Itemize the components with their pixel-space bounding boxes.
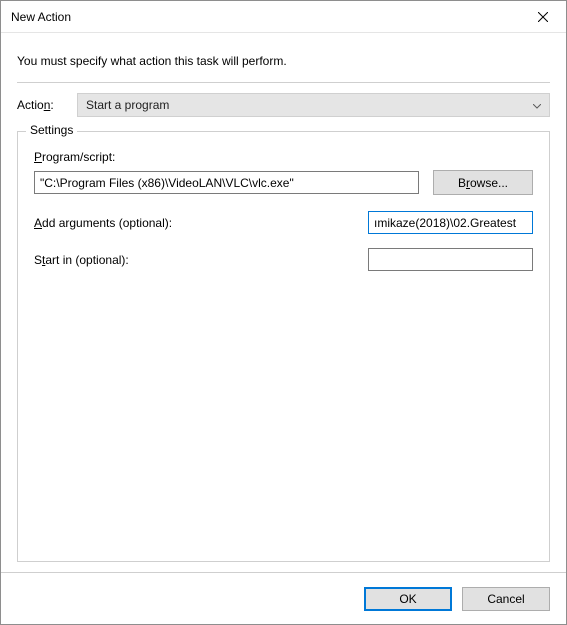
program-input[interactable] — [34, 171, 419, 194]
settings-group-label: Settings — [26, 123, 77, 137]
button-bar: OK Cancel — [1, 572, 566, 624]
startin-row: Start in (optional): — [34, 248, 533, 271]
program-label: Program/script: — [34, 150, 533, 164]
startin-label: Start in (optional): — [34, 253, 129, 267]
new-action-dialog: New Action You must specify what action … — [0, 0, 567, 625]
browse-button[interactable]: Browse... — [433, 170, 533, 195]
action-dropdown-value: Start a program — [86, 98, 169, 112]
chevron-down-icon — [533, 98, 541, 112]
cancel-button[interactable]: Cancel — [462, 587, 550, 611]
window-title: New Action — [11, 10, 520, 24]
ok-button[interactable]: OK — [364, 587, 452, 611]
program-row: Browse... — [34, 170, 533, 195]
action-label: Action: — [17, 98, 77, 112]
startin-input[interactable] — [368, 248, 533, 271]
arguments-row: Add arguments (optional): — [34, 211, 533, 234]
close-icon — [538, 12, 548, 22]
dialog-body: You must specify what action this task w… — [1, 33, 566, 572]
settings-group: Settings Program/script: Browse... Add a… — [17, 131, 550, 562]
close-button[interactable] — [520, 1, 566, 32]
action-dropdown[interactable]: Start a program — [77, 93, 550, 117]
action-row: Action: Start a program — [17, 93, 550, 117]
divider — [17, 82, 550, 83]
instruction-text: You must specify what action this task w… — [17, 48, 550, 82]
arguments-label: Add arguments (optional): — [34, 216, 172, 230]
titlebar: New Action — [1, 1, 566, 33]
arguments-input[interactable] — [368, 211, 533, 234]
